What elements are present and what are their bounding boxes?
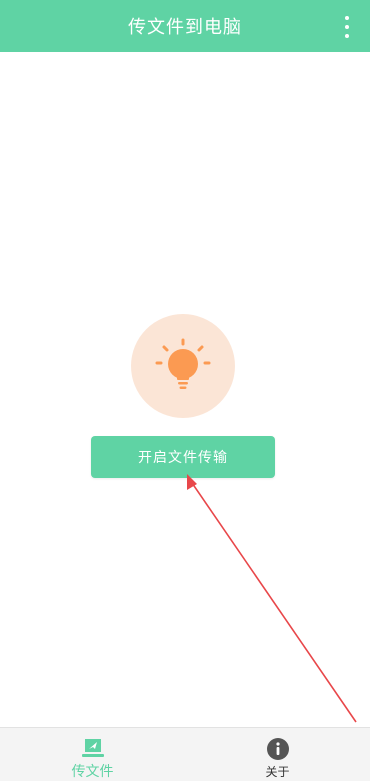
nav-item-transfer[interactable]: 传文件	[0, 728, 185, 781]
more-dot	[345, 34, 349, 38]
illustration-badge	[131, 314, 235, 418]
main-content: 开启文件传输	[0, 52, 370, 727]
bottom-navigation: 传文件 关于	[0, 727, 370, 781]
nav-label-about: 关于	[265, 765, 290, 779]
nav-label-transfer: 传文件	[71, 764, 114, 780]
more-dot	[345, 25, 349, 29]
more-options-button[interactable]	[342, 16, 352, 38]
page-title: 传文件到电脑	[128, 17, 242, 38]
more-vertical-icon	[345, 16, 349, 20]
start-transfer-button[interactable]: 开启文件传输	[91, 436, 275, 478]
send-laptop-icon	[80, 737, 106, 759]
nav-item-about[interactable]: 关于	[185, 728, 370, 781]
info-icon	[265, 737, 291, 761]
app-bar: 传文件到电脑	[0, 0, 370, 52]
lightbulb-icon	[155, 338, 211, 389]
